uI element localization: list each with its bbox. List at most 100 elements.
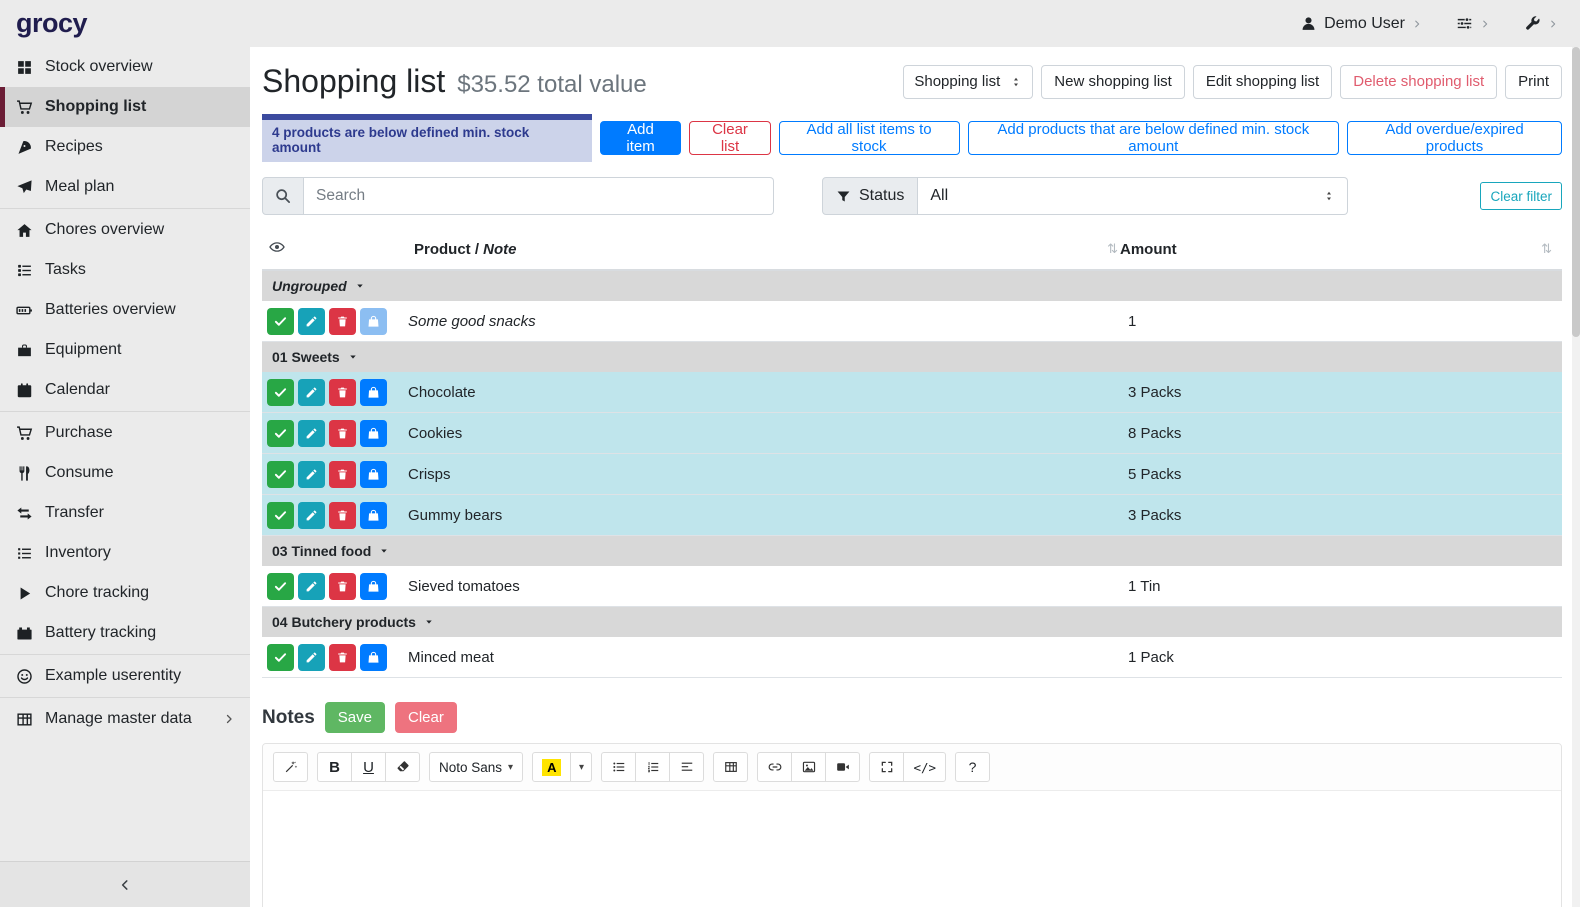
- magic-style-button[interactable]: [273, 752, 308, 782]
- page-scrollbar[interactable]: [1572, 47, 1580, 907]
- row-edit-button[interactable]: [298, 502, 325, 529]
- ordered-list-button[interactable]: [635, 752, 670, 782]
- insert-link-button[interactable]: [757, 752, 792, 782]
- unordered-list-button[interactable]: [601, 752, 636, 782]
- row-add-to-stock-button[interactable]: [360, 379, 387, 406]
- print-button[interactable]: Print: [1505, 65, 1562, 99]
- clear-filter-button[interactable]: Clear filter: [1480, 182, 1562, 210]
- add-overdue-button[interactable]: Add overdue/expired products: [1347, 121, 1562, 155]
- sidebar-item-batteries-overview[interactable]: Batteries overview: [0, 290, 250, 330]
- row-add-to-stock-button[interactable]: [360, 461, 387, 488]
- delete-shopping-list-button[interactable]: Delete shopping list: [1340, 65, 1497, 99]
- add-all-to-stock-button[interactable]: Add all list items to stock: [779, 121, 960, 155]
- font-family-select[interactable]: Noto Sans ▾: [429, 752, 523, 782]
- select-updown-icon: [1323, 189, 1335, 203]
- sidebar-item-manage-master-data[interactable]: Manage master data: [0, 699, 250, 739]
- sidebar-item-meal-plan[interactable]: Meal plan: [0, 167, 250, 207]
- product-column-header[interactable]: Product / Note ⇅: [414, 241, 1120, 258]
- sort-icon[interactable]: ⇅: [1541, 241, 1554, 257]
- settings-menu[interactable]: [1456, 15, 1490, 32]
- add-item-button[interactable]: Add item: [600, 121, 682, 155]
- edit-shopping-list-button[interactable]: Edit shopping list: [1193, 65, 1332, 99]
- fullscreen-button[interactable]: [869, 752, 904, 782]
- row-done-button[interactable]: [267, 573, 294, 600]
- row-done-button[interactable]: [267, 502, 294, 529]
- row-add-to-stock-button[interactable]: [360, 502, 387, 529]
- amount-column-header[interactable]: Amount ⇅: [1120, 241, 1554, 258]
- product-group-header[interactable]: 04 Butchery products: [262, 607, 1562, 637]
- sort-icon[interactable]: ⇅: [1107, 241, 1120, 257]
- sidebar-collapse-button[interactable]: [0, 861, 250, 907]
- row-add-to-stock-button[interactable]: [360, 573, 387, 600]
- row-done-button[interactable]: [267, 420, 294, 447]
- paragraph-align-button[interactable]: [669, 752, 704, 782]
- scrollbar-thumb[interactable]: [1572, 47, 1580, 337]
- shopping-list-select[interactable]: Shopping list: [903, 65, 1033, 99]
- add-below-min-stock-button[interactable]: Add products that are below defined min.…: [968, 121, 1340, 155]
- row-done-button[interactable]: [267, 644, 294, 671]
- row-actions: [262, 379, 408, 406]
- row-delete-button[interactable]: [329, 379, 356, 406]
- help-button[interactable]: ?: [955, 752, 990, 782]
- user-menu[interactable]: Demo User: [1300, 15, 1422, 33]
- row-delete-button[interactable]: [329, 308, 356, 335]
- shopping-list-row: Some good snacks1: [262, 301, 1562, 342]
- sidebar-item-transfer[interactable]: Transfer: [0, 493, 250, 533]
- row-delete-button[interactable]: [329, 644, 356, 671]
- notes-editor-area[interactable]: [263, 791, 1561, 907]
- row-done-button[interactable]: [267, 461, 294, 488]
- sidebar-item-calendar[interactable]: Calendar: [0, 370, 250, 410]
- row-edit-button[interactable]: [298, 420, 325, 447]
- notes-clear-button[interactable]: Clear: [395, 702, 457, 733]
- min-stock-indicator[interactable]: 4 products are below defined min. stock …: [262, 114, 592, 162]
- clear-formatting-button[interactable]: [385, 752, 420, 782]
- sidebar-item-chore-tracking[interactable]: Chore tracking: [0, 573, 250, 613]
- row-done-button[interactable]: [267, 308, 294, 335]
- insert-table-button[interactable]: [713, 752, 748, 782]
- sidebar-item-consume[interactable]: Consume: [0, 453, 250, 493]
- row-delete-button[interactable]: [329, 420, 356, 447]
- bold-button[interactable]: B: [317, 752, 352, 782]
- product-group-header[interactable]: Ungrouped: [262, 271, 1562, 301]
- row-add-to-stock-button[interactable]: [360, 644, 387, 671]
- clear-list-button[interactable]: Clear list: [689, 121, 770, 155]
- sidebar-item-chores-overview[interactable]: Chores overview: [0, 210, 250, 250]
- row-add-to-stock-button[interactable]: [360, 308, 387, 335]
- row-edit-button[interactable]: [298, 379, 325, 406]
- sidebar-item-inventory[interactable]: Inventory: [0, 533, 250, 573]
- row-edit-button[interactable]: [298, 573, 325, 600]
- insert-video-button[interactable]: [825, 752, 860, 782]
- sidebar-item-shopping-list[interactable]: Shopping list: [0, 87, 250, 127]
- sidebar-item-stock-overview[interactable]: Stock overview: [0, 47, 250, 87]
- sidebar-item-tasks[interactable]: Tasks: [0, 250, 250, 290]
- admin-menu[interactable]: [1524, 15, 1558, 32]
- notes-save-button[interactable]: Save: [325, 702, 385, 733]
- code-view-button[interactable]: </>: [903, 752, 946, 782]
- row-delete-button[interactable]: [329, 502, 356, 529]
- sidebar-item-battery-tracking[interactable]: Battery tracking: [0, 613, 250, 653]
- product-group-header[interactable]: 03 Tinned food: [262, 536, 1562, 566]
- grocy-logo[interactable]: grocy: [16, 8, 87, 39]
- new-shopping-list-button[interactable]: New shopping list: [1041, 65, 1185, 99]
- product-name: Chocolate: [408, 384, 1128, 401]
- row-edit-button[interactable]: [298, 461, 325, 488]
- row-add-to-stock-button[interactable]: [360, 420, 387, 447]
- sidebar-item-purchase[interactable]: Purchase: [0, 413, 250, 453]
- sidebar-item-example-userentity[interactable]: Example userentity: [0, 656, 250, 696]
- search-input[interactable]: [304, 177, 774, 215]
- row-done-button[interactable]: [267, 379, 294, 406]
- highlight-color-caret-button[interactable]: ▾: [570, 752, 592, 782]
- underline-button[interactable]: U: [351, 752, 386, 782]
- table-icon: [15, 711, 34, 728]
- sidebar-item-equipment[interactable]: Equipment: [0, 330, 250, 370]
- row-delete-button[interactable]: [329, 573, 356, 600]
- sidebar-item-recipes[interactable]: Recipes: [0, 127, 250, 167]
- status-select[interactable]: All: [918, 177, 1348, 215]
- product-group-header[interactable]: 01 Sweets: [262, 342, 1562, 372]
- select-updown-icon: [1010, 75, 1022, 89]
- row-delete-button[interactable]: [329, 461, 356, 488]
- insert-picture-button[interactable]: [791, 752, 826, 782]
- highlight-color-button[interactable]: A: [532, 752, 571, 782]
- row-edit-button[interactable]: [298, 644, 325, 671]
- row-edit-button[interactable]: [298, 308, 325, 335]
